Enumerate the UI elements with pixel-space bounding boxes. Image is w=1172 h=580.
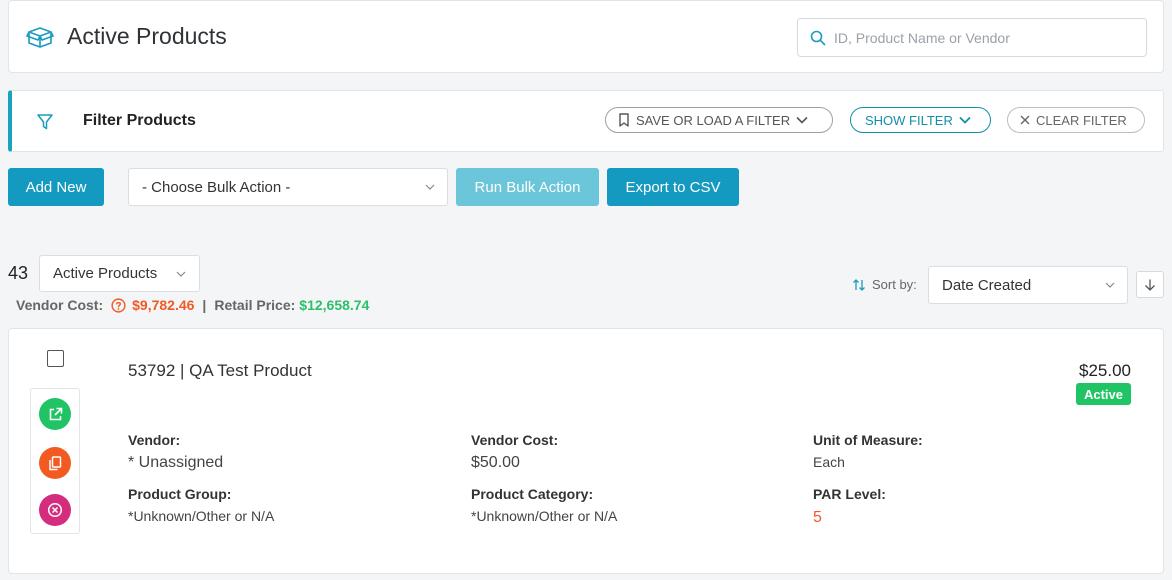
bulk-action-select[interactable]: - Choose Bulk Action -	[128, 168, 448, 206]
chevron-down-icon	[1105, 282, 1115, 288]
delete-button[interactable]	[39, 494, 71, 526]
chevron-down-icon	[425, 184, 435, 190]
save-load-filter-button[interactable]: SAVE OR LOAD A FILTER	[605, 107, 833, 133]
status-selected: Active Products	[53, 265, 158, 282]
cost-totals: Vendor Cost: $9,782.46 | Retail Price: $…	[16, 297, 369, 313]
product-group-label: Product Group:	[128, 486, 232, 502]
box-icon	[26, 27, 54, 48]
vendor-cost-value: $50.00	[471, 454, 520, 471]
search-box[interactable]	[797, 18, 1147, 57]
vendor-cost-total-label: Vendor Cost:	[16, 297, 104, 313]
copy-button[interactable]	[39, 447, 71, 479]
select-checkbox[interactable]	[47, 350, 64, 367]
open-button[interactable]	[39, 398, 71, 430]
product-category-label: Product Category:	[471, 486, 594, 502]
product-title[interactable]: 53792 | QA Test Product	[128, 361, 312, 381]
vendor-cost-label: Vendor Cost:	[471, 432, 559, 448]
add-new-button[interactable]: Add New	[8, 168, 104, 206]
uom-value: Each	[813, 454, 845, 470]
clear-filter-label: CLEAR FILTER	[1036, 112, 1127, 128]
sort-by-label: Sort by:	[872, 277, 917, 292]
sort-icon	[853, 278, 865, 291]
help-circle-icon[interactable]	[111, 297, 126, 313]
chevron-down-icon	[796, 116, 808, 124]
close-icon	[1020, 115, 1030, 125]
vendor-value: * Unassigned	[128, 454, 224, 471]
product-price: $25.00	[1079, 361, 1131, 380]
par-level-label: PAR Level:	[813, 486, 886, 502]
delete-icon	[47, 502, 63, 518]
status-select[interactable]: Active Products	[39, 255, 200, 292]
retail-price-total-label: Retail Price:	[214, 297, 296, 313]
chevron-down-icon	[959, 116, 971, 124]
sort-direction-button[interactable]	[1136, 271, 1164, 298]
row-actions	[30, 388, 80, 534]
run-bulk-action-button[interactable]: Run Bulk Action	[456, 168, 599, 206]
search-input[interactable]	[834, 27, 1134, 49]
sort-selected: Date Created	[942, 276, 1032, 294]
chevron-down-icon	[176, 271, 186, 277]
show-filter-button[interactable]: SHOW FILTER	[850, 107, 991, 133]
vendor-cost-total-value: $9,782.46	[132, 297, 195, 313]
save-load-filter-label: SAVE OR LOAD A FILTER	[636, 112, 791, 128]
product-card: 53792 | QA Test Product $25.00 Active Ve…	[8, 328, 1164, 574]
arrow-down-icon	[1145, 279, 1155, 291]
product-count: 43	[8, 263, 29, 283]
page-title: Active Products	[67, 23, 227, 49]
par-level-value: 5	[813, 509, 822, 526]
funnel-icon	[37, 114, 53, 130]
show-filter-label: SHOW FILTER	[865, 112, 953, 128]
product-group-value: *Unknown/Other or N/A	[128, 508, 275, 524]
page-header: Active Products	[8, 0, 1164, 73]
export-csv-button[interactable]: Export to CSV	[607, 168, 739, 206]
open-external-icon	[49, 407, 62, 420]
retail-price-total-value: $12,658.74	[299, 297, 370, 313]
bookmark-icon	[619, 113, 629, 127]
search-icon	[810, 30, 826, 46]
filter-title: Filter Products	[83, 112, 196, 129]
status-badge: Active	[1075, 383, 1131, 405]
bulk-action-selected: - Choose Bulk Action -	[142, 178, 291, 196]
uom-label: Unit of Measure:	[813, 432, 923, 448]
clear-filter-button[interactable]: CLEAR FILTER	[1007, 107, 1145, 133]
totals-separator: |	[202, 297, 207, 313]
copy-icon	[49, 455, 62, 470]
sort-select[interactable]: Date Created	[928, 266, 1128, 304]
product-category-value: *Unknown/Other or N/A	[471, 508, 618, 524]
filter-bar: Filter Products SAVE OR LOAD A FILTER SH…	[8, 90, 1164, 152]
vendor-label: Vendor:	[128, 432, 181, 448]
sort-by: Sort by:	[852, 277, 917, 292]
